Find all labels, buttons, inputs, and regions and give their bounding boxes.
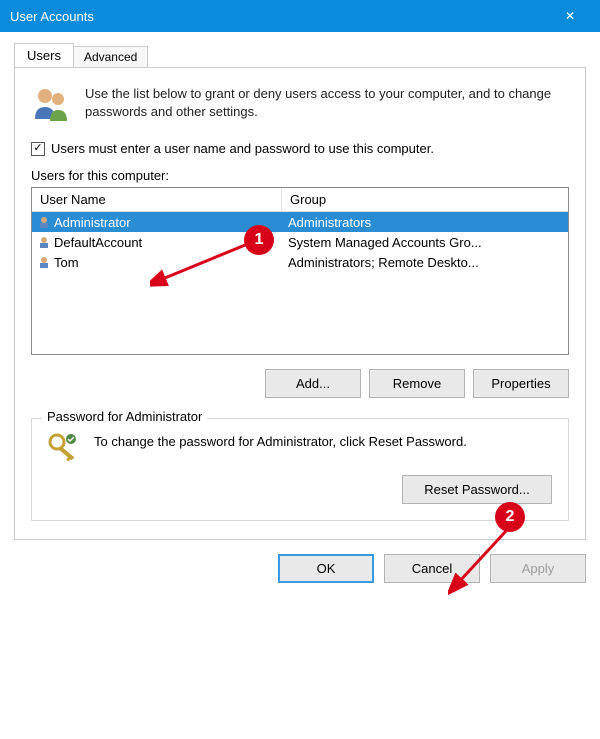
remove-button[interactable]: Remove [369, 369, 465, 398]
user-icon [38, 236, 50, 248]
column-header-group[interactable]: Group [282, 188, 568, 211]
column-header-username[interactable]: User Name [32, 188, 282, 211]
tab-strip: Users Advanced [14, 43, 586, 68]
password-body: To change the password for Administrator… [48, 433, 552, 463]
cell-group: Administrators [282, 215, 568, 230]
close-icon: ✕ [565, 9, 575, 23]
users-icon [31, 85, 71, 123]
ok-button[interactable]: OK [278, 554, 374, 583]
check-icon: ✓ [33, 143, 42, 154]
require-password-checkbox[interactable]: ✓ [31, 142, 45, 156]
group-text: System Managed Accounts Gro... [288, 235, 482, 250]
require-password-label: Users must enter a user name and passwor… [51, 141, 434, 156]
user-icon [38, 216, 50, 228]
table-row[interactable]: DefaultAccount System Managed Accounts G… [32, 232, 568, 252]
user-list[interactable]: User Name Group Administrator Administra… [31, 187, 569, 355]
password-text: To change the password for Administrator… [94, 433, 552, 451]
password-group-legend: Password for Administrator [42, 409, 207, 424]
reset-password-button[interactable]: Reset Password... [402, 475, 552, 504]
key-icon [48, 433, 80, 463]
intro-row: Use the list below to grant or deny user… [31, 85, 569, 123]
cell-username: Administrator [32, 215, 282, 230]
tab-pane-users: Use the list below to grant or deny user… [14, 67, 586, 540]
user-list-header: User Name Group [32, 188, 568, 212]
require-password-checkbox-row[interactable]: ✓ Users must enter a user name and passw… [31, 141, 569, 156]
username-text: Tom [54, 255, 79, 270]
group-text: Administrators [288, 215, 371, 230]
annotation-arrow-1 [150, 240, 260, 290]
username-text: Administrator [54, 215, 131, 230]
username-text: DefaultAccount [54, 235, 142, 250]
annotation-1: 1 [244, 225, 274, 255]
cell-group: Administrators; Remote Deskto... [282, 255, 568, 270]
properties-button[interactable]: Properties [473, 369, 569, 398]
cell-group: System Managed Accounts Gro... [282, 235, 568, 250]
annotation-arrow-2 [448, 525, 518, 595]
tab-advanced-label: Advanced [84, 50, 137, 64]
intro-text: Use the list below to grant or deny user… [85, 85, 569, 121]
close-button[interactable]: ✕ [550, 0, 590, 32]
password-button-row: Reset Password... [48, 475, 552, 504]
tab-users[interactable]: Users [14, 43, 74, 67]
titlebar: User Accounts ✕ [0, 0, 600, 32]
userlist-buttons: Add... Remove Properties [31, 369, 569, 398]
table-row[interactable]: Tom Administrators; Remote Deskto... [32, 252, 568, 272]
userlist-heading: Users for this computer: [31, 168, 569, 183]
tab-advanced[interactable]: Advanced [73, 46, 148, 67]
window-title: User Accounts [10, 9, 94, 24]
password-groupbox: Password for Administrator To change the… [31, 418, 569, 521]
add-button[interactable]: Add... [265, 369, 361, 398]
user-icon [38, 256, 50, 268]
table-row[interactable]: Administrator Administrators [32, 212, 568, 232]
tab-users-label: Users [27, 48, 61, 63]
annotation-2: 2 [495, 502, 525, 532]
group-text: Administrators; Remote Deskto... [288, 255, 479, 270]
